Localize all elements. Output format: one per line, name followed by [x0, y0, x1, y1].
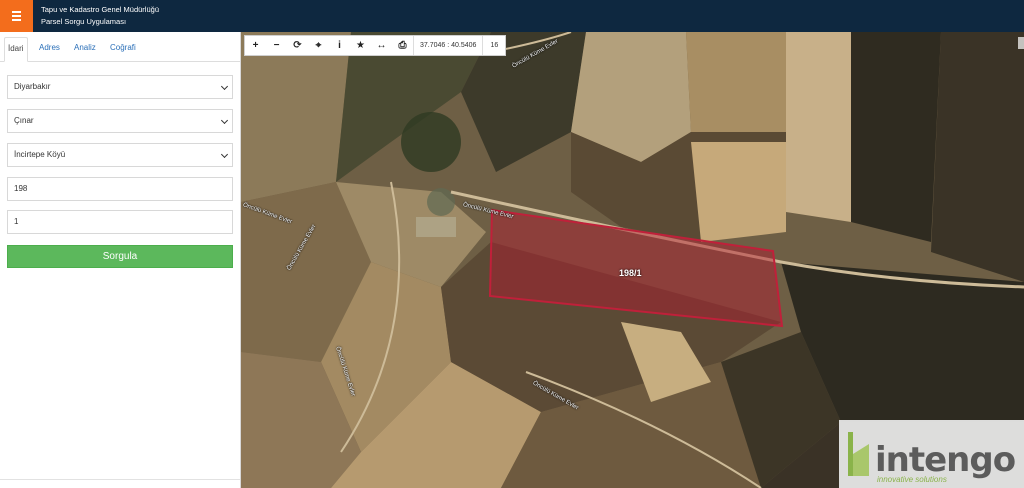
refresh-icon[interactable]: ⟳	[287, 36, 308, 55]
tab-idari[interactable]: İdari	[4, 37, 28, 62]
measure-icon[interactable]: ↔	[371, 36, 392, 55]
tab-bar: İdari Adres Analiz Coğrafi	[0, 37, 240, 62]
zoom-out-icon[interactable]: −	[266, 36, 287, 55]
tab-adres[interactable]: Adres	[36, 37, 63, 62]
intengo-logo: intengo innovative solutions	[839, 420, 1024, 488]
tab-cografi[interactable]: Coğrafi	[107, 37, 139, 62]
locate-icon[interactable]: ⌖	[308, 36, 329, 55]
village-select[interactable]: İncirtepe Köyü	[7, 143, 233, 167]
print-icon[interactable]: ⎙	[392, 36, 413, 55]
zoom-level: 16	[482, 36, 505, 55]
logo-name: intengo	[875, 440, 1016, 480]
app-title-line2: Parsel Sorgu Uygulaması	[41, 17, 127, 26]
district-select[interactable]: Çınar	[7, 109, 233, 133]
coordinate-readout: 37.7046 : 40.5406	[413, 36, 482, 55]
logo-tagline: innovative solutions	[877, 475, 947, 484]
parcel-label: 198/1	[619, 268, 642, 278]
app-title-line1: Tapu ve Kadastro Genel Müdürlüğü	[41, 5, 159, 14]
sidebar: İdari Adres Analiz Coğrafi Diyarbakır Çı…	[0, 32, 241, 488]
map-view[interactable]: + − ⟳ ⌖ i ★ ↔ ⎙ 37.7046 : 40.5406 16 Önc…	[241, 32, 1024, 488]
hamburger-menu-icon[interactable]	[0, 0, 33, 32]
tab-analiz[interactable]: Analiz	[71, 37, 99, 62]
parcel-number-input[interactable]: 1	[7, 210, 233, 234]
map-corner-handle[interactable]	[1018, 37, 1024, 49]
query-button[interactable]: Sorgula	[7, 245, 233, 268]
star-icon[interactable]: ★	[350, 36, 371, 55]
info-icon[interactable]: i	[329, 36, 350, 55]
sidebar-divider	[0, 479, 240, 480]
top-bar: Tapu ve Kadastro Genel Müdürlüğü Parsel …	[0, 0, 1024, 32]
app-title: Tapu ve Kadastro Genel Müdürlüğü Parsel …	[41, 4, 159, 28]
map-toolbar: + − ⟳ ⌖ i ★ ↔ ⎙ 37.7046 : 40.5406 16	[244, 35, 507, 56]
province-select[interactable]: Diyarbakır	[7, 75, 233, 99]
block-number-input[interactable]: 198	[7, 177, 233, 201]
zoom-in-icon[interactable]: +	[245, 36, 266, 55]
intengo-mark-icon	[848, 432, 869, 476]
